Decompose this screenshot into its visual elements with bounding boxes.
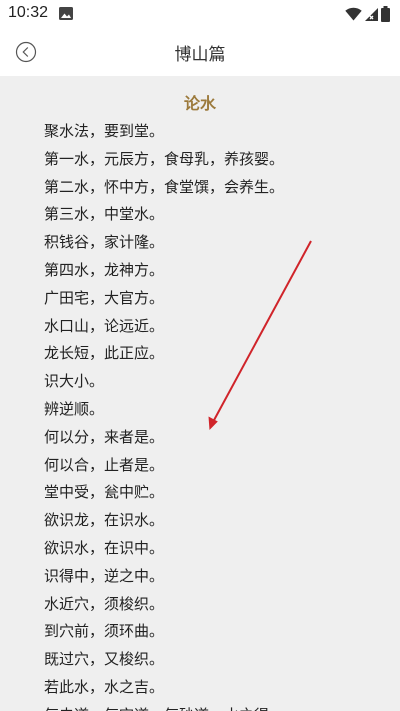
verse-line: 识得中，逆之中。 xyxy=(44,566,165,585)
verse-line: 水口山，论远近。 xyxy=(44,316,165,335)
verse-line: 龙长短，此正应。 xyxy=(44,344,165,363)
verse-line: 气未道，气空道，气砂道，水之得。 xyxy=(44,702,284,711)
verse-line: 何以分，来者是。 xyxy=(44,427,165,446)
page-title: 博山篇 xyxy=(174,45,226,65)
battery-icon xyxy=(381,6,390,22)
verse-line: 欲识龙，在识水。 xyxy=(44,511,165,530)
verse-line: 第二水，怀中方，食堂馔，会养生。 xyxy=(44,177,285,196)
status-time: 10:32 xyxy=(8,4,49,21)
verse-line: 聚水法，要到堂。 xyxy=(44,122,165,140)
verse-line: 辨逆顺。 xyxy=(44,399,105,418)
verse-line: 第四水，龙神方。 xyxy=(44,260,165,279)
verse-line: 若此水，水之吉。 xyxy=(44,677,165,696)
article-content[interactable]: 论水 聚水法，要到堂。第一水，元辰方，食母乳，养孩婴。 第二水，怀中方，食堂馔，会… xyxy=(0,76,400,711)
verse-line: 到穴前，须环曲。 xyxy=(44,622,165,641)
status-bar: 10:32 xyxy=(0,0,400,28)
verse-line: 第三水，中堂水。 xyxy=(44,205,165,224)
verse-line: 何以合，止者是。 xyxy=(44,455,165,474)
verse-line: 既过穴，又梭织。 xyxy=(44,650,165,669)
verse-line: 积钱谷，家计隆。 xyxy=(44,233,165,252)
verse-line: 水近穴，须梭织。 xyxy=(44,594,165,613)
status-icons xyxy=(345,5,390,23)
section-heading: 论水 xyxy=(183,94,216,113)
verse-line: 欲识水，在识中。 xyxy=(44,538,165,557)
verse-line: 堂中受，瓮中贮。 xyxy=(44,483,165,502)
wifi-icon xyxy=(345,7,362,21)
image-icon xyxy=(59,7,73,20)
verse-list: 聚水法，要到堂。第一水，元辰方，食母乳，养孩婴。 第二水，怀中方，食堂馔，会养生。… xyxy=(44,118,284,711)
signal-icon xyxy=(365,7,378,21)
verse-line: 识大小。 xyxy=(44,372,105,391)
app-bar: 博山篇 xyxy=(0,28,400,76)
verse-line: 广田宅，大官方。 xyxy=(44,288,165,307)
verse-line: 第一水，元辰方，食母乳，养孩婴。 xyxy=(44,149,285,168)
